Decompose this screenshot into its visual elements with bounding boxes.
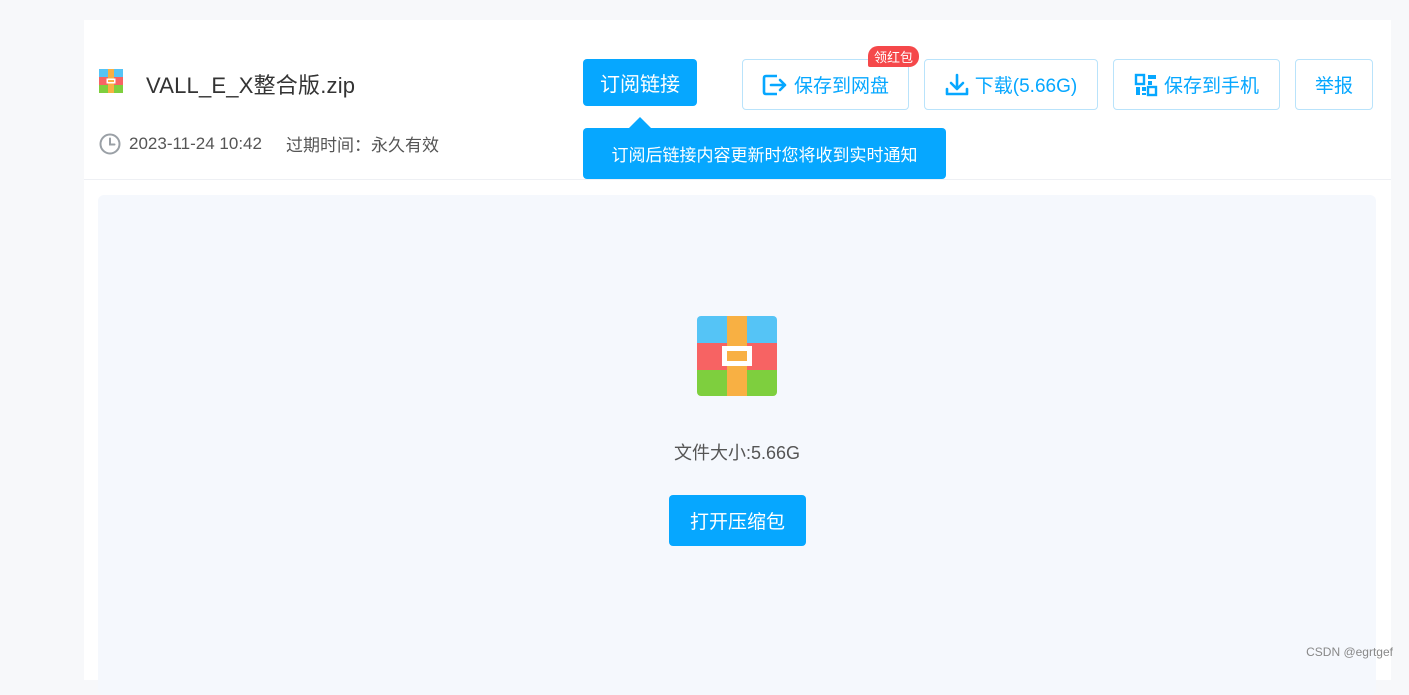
file-card: VALL_E_X整合版.zip 2023-11-24 10:42 过期时间： 永… [84,20,1391,680]
file-meta: 2023-11-24 10:42 过期时间： 永久有效 [99,131,439,156]
save-to-disk-label: 保存到网盘 [794,71,889,98]
zip-archive-icon [697,316,777,396]
subscribe-button[interactable]: 订阅链接 [583,59,697,106]
red-packet-badge[interactable]: 领红包 [868,46,919,67]
download-button[interactable]: 下载(5.66G) [924,59,1098,110]
expire-value: 永久有效 [371,131,439,156]
report-button[interactable]: 举报 [1295,59,1373,110]
file-header: VALL_E_X整合版.zip 2023-11-24 10:42 过期时间： 永… [84,20,1391,180]
save-to-phone-button[interactable]: 保存到手机 [1113,59,1280,110]
upload-date: 2023-11-24 10:42 [129,134,262,154]
download-label: 下载(5.66G) [975,71,1077,98]
save-to-phone-label: 保存到手机 [1164,71,1259,98]
expire-label: 过期时间： [286,131,371,156]
zip-file-icon [99,69,123,93]
archive-preview: 文件大小:5.66G 打开压缩包 [98,195,1376,695]
clock-icon [99,133,121,155]
tooltip-arrow [629,117,651,128]
subscribe-tooltip: 订阅后链接内容更新时您将收到实时通知 [583,128,946,179]
file-name: VALL_E_X整合版.zip [146,68,355,100]
save-disk-icon [762,73,788,97]
qr-code-icon [1134,73,1158,97]
watermark: CSDN @egrtgef [1306,645,1393,659]
download-icon [945,73,969,97]
open-archive-button[interactable]: 打开压缩包 [669,495,806,546]
file-size: 文件大小:5.66G [98,439,1376,465]
